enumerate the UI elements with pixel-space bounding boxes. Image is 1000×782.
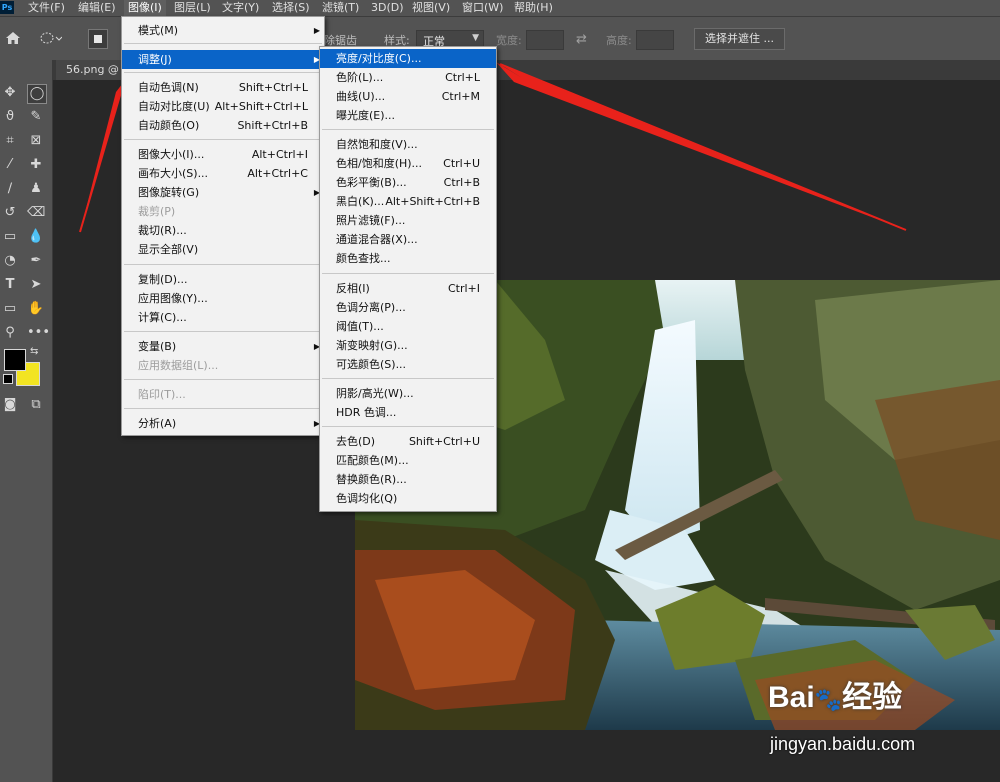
- menu-item-shadows-highlights[interactable]: 阴影/高光(W)...: [320, 384, 496, 403]
- paw-icon: 🐾: [814, 687, 843, 712]
- menu-item-variables[interactable]: 变量(B) ▶: [122, 337, 324, 356]
- menu-item-vibrance[interactable]: 自然饱和度(V)...: [320, 135, 496, 154]
- watermark-brand: Bai: [768, 681, 815, 714]
- menu-separator: [322, 129, 494, 130]
- menu-item-color-balance[interactable]: 色彩平衡(B)... Ctrl+B: [320, 173, 496, 192]
- image-menu-dropdown: 模式(M) ▶ 调整(J) ▶ 自动色调(N) Shift+Ctrl+L 自动对比度(…: [121, 16, 325, 436]
- menu-separator: [124, 408, 322, 409]
- adjustments-submenu: 亮度/对比度(C)... 色阶(L)... Ctrl+L 曲线(U)... Ctrl…: [319, 46, 497, 512]
- menu-item-auto-color[interactable]: 自动颜色(O) Shift+Ctrl+B: [122, 116, 324, 135]
- menu-separator: [124, 72, 322, 73]
- menu-item-brightness-contrast[interactable]: 亮度/对比度(C)...: [320, 49, 496, 68]
- menu-item-black-white[interactable]: 黑白(K)... Alt+Shift+Ctrl+B: [320, 192, 496, 211]
- submenu-arrow-icon: ▶: [313, 26, 320, 35]
- menu-separator: [124, 331, 322, 332]
- menu-separator: [124, 139, 322, 140]
- menu-item-equalize[interactable]: 色调均化(Q): [320, 489, 496, 508]
- menu-item-image-rotation[interactable]: 图像旋转(G) ▶: [122, 183, 324, 202]
- menu-item-crop: 裁剪(P): [138, 205, 176, 218]
- menu-item-gradient-map[interactable]: 渐变映射(G)...: [320, 336, 496, 355]
- menu-item-canvas-size[interactable]: 画布大小(S)... Alt+Ctrl+C: [122, 164, 324, 183]
- menu-item-trap: 陷印(T)...: [138, 388, 186, 401]
- menu-item-apply-data-set: 应用数据组(L)...: [138, 359, 219, 372]
- menu-item-invert[interactable]: 反相(I) Ctrl+I: [320, 279, 496, 298]
- menu-item-duplicate[interactable]: 复制(D)...: [122, 270, 324, 289]
- menu-separator: [124, 43, 322, 44]
- menu-separator: [124, 264, 322, 265]
- menu-item-curves[interactable]: 曲线(U)... Ctrl+M: [320, 87, 496, 106]
- menu-separator: [124, 379, 322, 380]
- menu-item-calculations[interactable]: 计算(C)...: [122, 308, 324, 327]
- menu-item-replace-color[interactable]: 替换颜色(R)...: [320, 470, 496, 489]
- menu-separator: [322, 426, 494, 427]
- menu-item-posterize[interactable]: 色调分离(P)...: [320, 298, 496, 317]
- menu-separator: [322, 273, 494, 274]
- menu-item-adjustments[interactable]: 调整(J) ▶: [122, 50, 324, 69]
- menu-item-match-color[interactable]: 匹配颜色(M)...: [320, 451, 496, 470]
- menu-item-color-lookup[interactable]: 颜色查找...: [320, 249, 496, 268]
- menu-item-hdr-toning[interactable]: HDR 色调...: [320, 403, 496, 422]
- watermark-url: jingyan.baidu.com: [770, 734, 916, 754]
- watermark-brand-2: 经验: [842, 681, 903, 714]
- menu-item-threshold[interactable]: 阈值(T)...: [320, 317, 496, 336]
- menu-item-apply-image[interactable]: 应用图像(Y)...: [122, 289, 324, 308]
- menu-item-exposure[interactable]: 曝光度(E)...: [320, 106, 496, 125]
- menu-item-trim[interactable]: 裁切(R)...: [122, 221, 324, 240]
- menu-item-levels[interactable]: 色阶(L)... Ctrl+L: [320, 68, 496, 87]
- menu-item-selective-color[interactable]: 可选颜色(S)...: [320, 355, 496, 374]
- menu-item-auto-tone[interactable]: 自动色调(N) Shift+Ctrl+L: [122, 78, 324, 97]
- menu-item-reveal-all[interactable]: 显示全部(V): [122, 240, 324, 259]
- menu-item-image-size[interactable]: 图像大小(I)... Alt+Ctrl+I: [122, 145, 324, 164]
- menu-item-mode[interactable]: 模式(M) ▶: [122, 21, 324, 40]
- menu-item-desaturate[interactable]: 去色(D) Shift+Ctrl+U: [320, 432, 496, 451]
- menu-separator: [322, 378, 494, 379]
- menu-item-analysis[interactable]: 分析(A) ▶: [122, 414, 324, 433]
- menu-item-channel-mixer[interactable]: 通道混合器(X)...: [320, 230, 496, 249]
- menu-item-hue-saturation[interactable]: 色相/饱和度(H)... Ctrl+U: [320, 154, 496, 173]
- menu-item-photo-filter[interactable]: 照片滤镜(F)...: [320, 211, 496, 230]
- menu-item-auto-contrast[interactable]: 自动对比度(U) Alt+Shift+Ctrl+L: [122, 97, 324, 116]
